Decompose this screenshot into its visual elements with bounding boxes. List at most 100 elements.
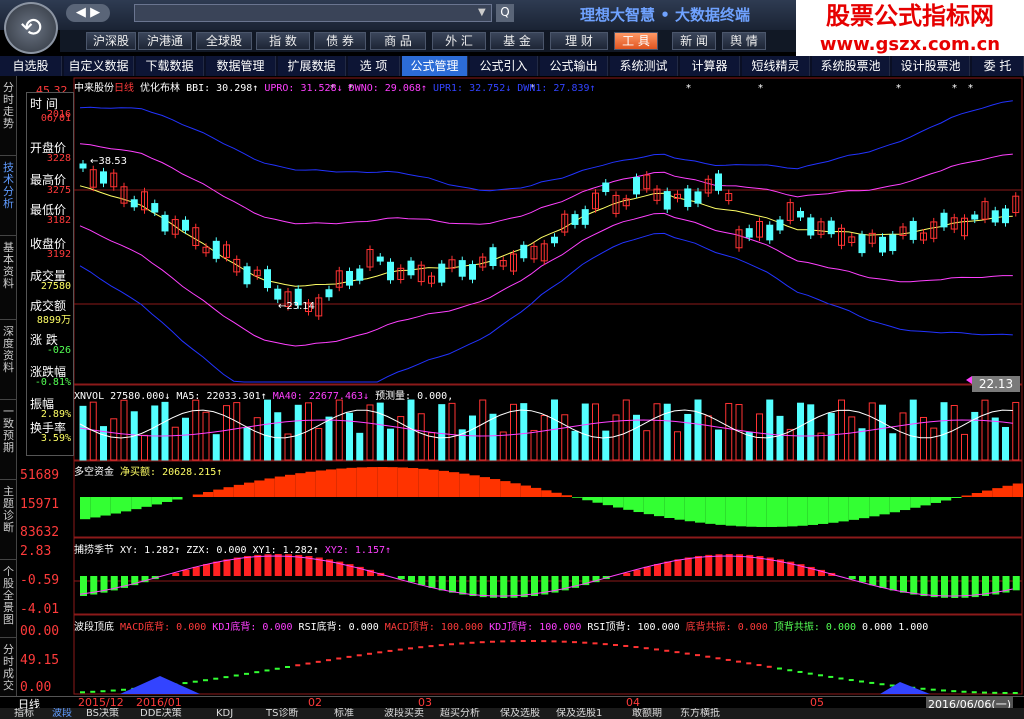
volume-bar-45: [540, 414, 548, 461]
bottom-tab-8[interactable]: 超买分析: [440, 708, 480, 719]
dk-bar-19: [274, 476, 285, 497]
ma5-line: [79, 409, 1013, 439]
bottom-tab-9[interactable]: 保及选股: [500, 708, 540, 719]
bottom-tab-10[interactable]: 保及选股1: [556, 708, 602, 719]
bottom-tab-11[interactable]: 敢额期: [632, 708, 662, 719]
func-tab-6[interactable]: 公式管理: [402, 56, 468, 76]
func-tab-0[interactable]: 自选股: [0, 56, 62, 76]
ma5-value: MA5: 22033.301↑: [176, 391, 267, 402]
dk-bar-70: [797, 497, 808, 526]
func-tab-7[interactable]: 公式引入: [470, 56, 538, 76]
bottom-tab-1[interactable]: 波段: [52, 708, 72, 719]
market-tab-10[interactable]: 新 闻: [672, 32, 716, 50]
func-tab-9[interactable]: 系统测试: [610, 56, 678, 76]
vertical-tab-6[interactable]: 个股全景图: [0, 560, 17, 638]
bd-dot-11: [192, 680, 198, 683]
func-tab-1[interactable]: 自定义数据: [64, 56, 134, 76]
search-input[interactable]: [134, 4, 492, 22]
bz-xy: XY: 1.282↑: [120, 545, 181, 556]
ma40-line: [79, 419, 1013, 437]
vertical-tab-2[interactable]: 基本资料: [0, 236, 17, 320]
volume-bar-43: [520, 403, 528, 461]
vertical-tab-1[interactable]: 技术分析: [0, 156, 17, 236]
bd-item-4: KDJ顶背: 100.000: [489, 622, 582, 633]
vertical-tab-0[interactable]: 分时走势: [0, 76, 17, 156]
market-tab-1[interactable]: 沪港通: [138, 32, 192, 50]
back-icon[interactable]: ◀: [76, 5, 86, 20]
bottom-tab-6[interactable]: 标准: [334, 708, 354, 719]
func-tab-5[interactable]: 选 项: [348, 56, 400, 76]
dk-bar-4: [121, 497, 132, 512]
bottom-tab-0[interactable]: 指标: [14, 708, 34, 719]
bottom-tab-4[interactable]: KDJ: [216, 708, 233, 719]
market-tab-6[interactable]: 外 汇: [432, 32, 486, 50]
bd-dot-69: [787, 669, 793, 672]
bz-bar-12: [203, 564, 210, 576]
chevron-down-icon[interactable]: ▼: [478, 4, 492, 22]
forward-icon[interactable]: ▶: [90, 5, 100, 20]
func-tab-14[interactable]: 委 托: [972, 56, 1024, 76]
volume-bar-23: [315, 428, 323, 461]
func-tab-2[interactable]: 下载数据: [136, 56, 204, 76]
dk-bar-27: [356, 467, 367, 497]
bd-dot-30: [387, 649, 393, 652]
market-tab-3[interactable]: 指 数: [256, 32, 310, 50]
bottom-tab-12[interactable]: 东方横抵: [680, 708, 720, 719]
market-tab-5[interactable]: 商 品: [370, 32, 426, 50]
market-tab-11[interactable]: 舆 情: [722, 32, 766, 50]
search-button[interactable]: Q: [496, 4, 514, 22]
bd-item-2: RSI底背: 0.000: [298, 622, 379, 633]
market-tab-9[interactable]: 工 具: [614, 32, 658, 50]
func-tab-13[interactable]: 设计股票池: [892, 56, 970, 76]
volume-bar-8: [161, 401, 169, 461]
vertical-tab-5[interactable]: 主题诊断: [0, 480, 17, 560]
bd-dot-23: [315, 660, 321, 663]
app-logo-icon[interactable]: ⟲: [4, 2, 58, 54]
bd-name: 波段顶底: [74, 622, 114, 633]
volume-bar-91: [1012, 401, 1020, 461]
func-tab-3[interactable]: 数据管理: [206, 56, 276, 76]
func-tab-12[interactable]: 系统股票池: [812, 56, 890, 76]
vertical-tab-3[interactable]: 深度资料: [0, 320, 17, 400]
vertical-tab-4[interactable]: 一致预期: [0, 400, 17, 480]
volume-bar-49: [581, 403, 589, 461]
nav-buttons[interactable]: ◀ ▶: [66, 4, 110, 22]
market-tab-0[interactable]: 沪深股: [86, 32, 136, 50]
market-tab-8[interactable]: 理 财: [550, 32, 608, 50]
dk-bar-12: [203, 492, 214, 497]
stock-name: 中来股份: [74, 83, 114, 94]
volume-bar-54: [633, 414, 640, 461]
volume-bar-48: [571, 430, 579, 461]
chart-area[interactable]: * * * * * * * * 中来股份日线 优化布林 BBI: 30.298↑ UPRO: …: [0, 76, 1024, 719]
bd-area-0: [120, 676, 200, 694]
func-tab-4[interactable]: 扩展数据: [278, 56, 346, 76]
volume-bar-71: [807, 404, 815, 461]
star-marker-6: *: [952, 83, 957, 94]
dk-bar-43: [520, 485, 531, 497]
bottom-tab-3[interactable]: DDE决策: [140, 708, 182, 719]
bottom-tab-2[interactable]: BS决策: [86, 708, 119, 719]
market-tab-7[interactable]: 基 金: [490, 32, 544, 50]
dk-bar-58: [674, 497, 685, 520]
volume-bar-69: [786, 428, 794, 461]
func-tab-10[interactable]: 计算器: [680, 56, 740, 76]
dk-bar-36: [449, 472, 460, 497]
bottom-tab-7[interactable]: 波段买卖: [384, 708, 424, 719]
market-tab-2[interactable]: 全球股: [196, 32, 252, 50]
func-tab-8[interactable]: 公式输出: [540, 56, 608, 76]
dk-bar-69: [787, 497, 798, 527]
volume-bar-58: [674, 431, 681, 461]
bd-dot-39: [479, 641, 485, 644]
func-tab-11[interactable]: 短线精灵: [742, 56, 810, 76]
dk-bar-18: [264, 478, 275, 497]
volume-bar-18: [264, 399, 271, 461]
bz-bar-54: [633, 569, 641, 576]
bz-bar-13: [213, 561, 221, 576]
volume-bar-6: [141, 434, 148, 461]
market-tab-4[interactable]: 债 券: [314, 32, 366, 50]
bd-dot-89: [992, 691, 998, 694]
volume-bar-76: [858, 428, 866, 461]
watermark-url: www.gszx.com.cn: [819, 34, 1001, 55]
dk-bar-2: [100, 497, 111, 516]
bottom-tab-5[interactable]: TS诊断: [266, 708, 298, 719]
